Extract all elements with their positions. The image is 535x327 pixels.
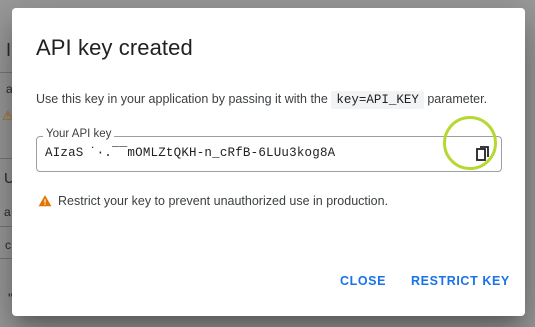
background-fragment: a — [4, 205, 11, 219]
copy-icon — [476, 146, 489, 161]
warning-text: Restrict your key to prevent unauthorize… — [58, 194, 389, 208]
api-key-value[interactable]: AIzaS ˙·.‾‾mOMLZtQKH-n_cRfB-6LUu3kog8A — [45, 146, 335, 160]
warning-row: Restrict your key to prevent unauthorize… — [38, 194, 388, 208]
dialog-title: API key created — [36, 35, 193, 60]
warning-icon — [38, 195, 52, 207]
description-text: Use this key in your application by pass… — [36, 92, 328, 106]
copy-button[interactable] — [470, 141, 496, 167]
background-fragment: I — [6, 40, 12, 60]
description-suffix: parameter. — [427, 92, 488, 106]
description-code: key=API_KEY — [331, 91, 424, 109]
restrict-key-button[interactable]: RESTRICT KEY — [411, 274, 510, 288]
dialog-description: Use this key in your application by pass… — [36, 91, 488, 109]
api-key-field[interactable]: Your API key AIzaS ˙·.‾‾mOMLZtQKH-n_cRfB… — [36, 128, 502, 172]
api-key-dialog: API key created Use this key in your app… — [12, 8, 525, 316]
close-button[interactable]: CLOSE — [340, 274, 386, 288]
background-fragment: c — [5, 238, 11, 252]
api-key-label: Your API key — [43, 128, 115, 140]
